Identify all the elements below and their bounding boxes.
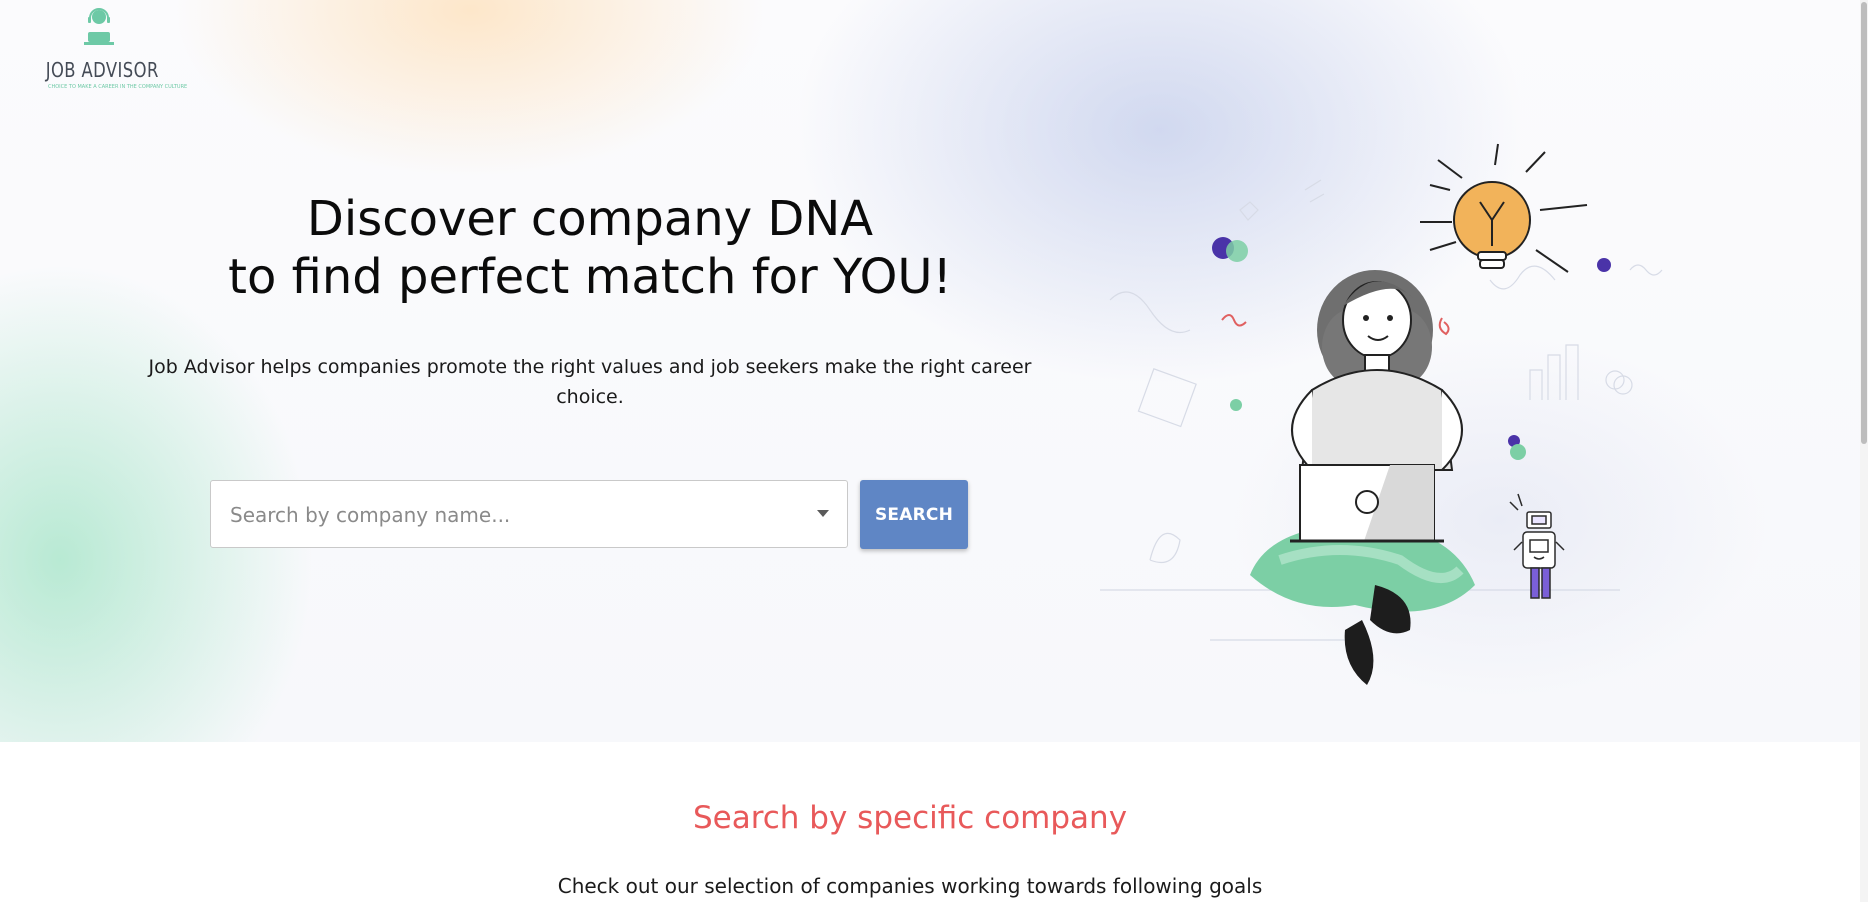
section-title: Search by specific company — [692, 800, 1128, 836]
hero-section: JOB ADVISOR CHOICE TO MAKE A CAREER IN T… — [0, 0, 1868, 742]
scrollbar-thumb[interactable] — [1861, 2, 1867, 444]
site-logo[interactable]: JOB ADVISOR CHOICE TO MAKE A CAREER IN T… — [34, 8, 188, 92]
headline-line-2: to find perfect match for YOU! — [228, 249, 952, 305]
company-search-combobox[interactable] — [210, 480, 848, 549]
logo-wordmark: JOB ADVISOR — [45, 58, 159, 82]
page-scrollbar[interactable] — [1860, 0, 1868, 902]
logo-icon — [84, 8, 114, 45]
section-subtitle: Check out our selection of companies wor… — [557, 874, 1263, 898]
headline-line-1: Discover company DNA — [306, 191, 874, 247]
chevron-down-icon[interactable] — [817, 510, 829, 517]
hero-headline: Discover company DNA to find perfect mat… — [130, 190, 1050, 306]
company-search-input[interactable] — [228, 481, 792, 549]
logo-tagline: CHOICE TO MAKE A CAREER IN THE COMPANY C… — [48, 84, 188, 90]
hero-illustration — [1100, 143, 1663, 685]
hero-subtext: Job Advisor helps companies promote the … — [148, 356, 1032, 408]
search-button[interactable]: SEARCH — [860, 480, 968, 549]
